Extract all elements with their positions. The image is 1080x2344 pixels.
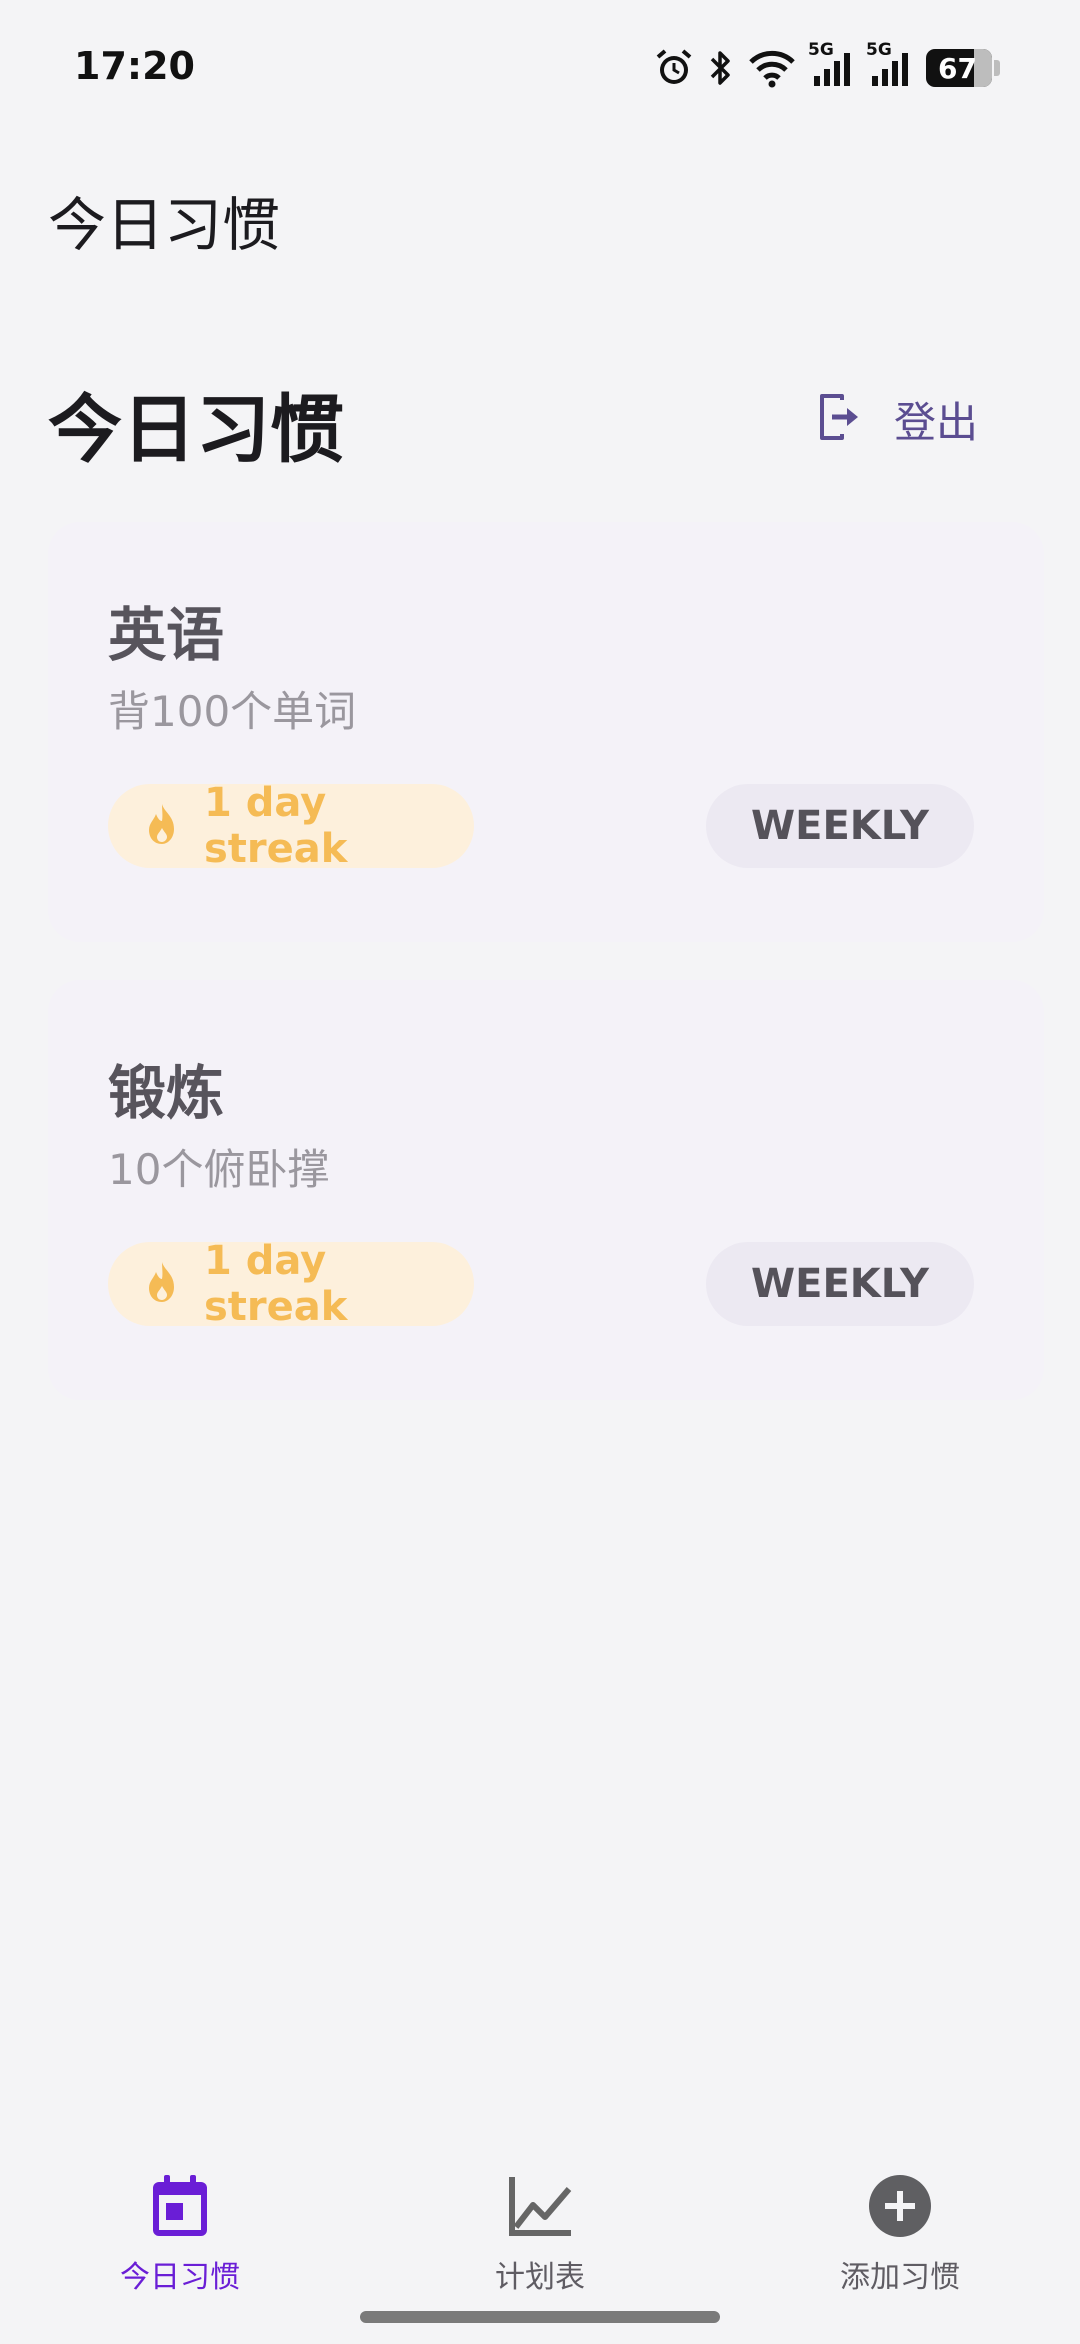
signal-5g-icon: 5G — [808, 40, 854, 88]
battery-tip — [994, 60, 1000, 76]
streak-badge: 1 day streak — [108, 780, 474, 872]
add-circle-icon — [864, 2170, 936, 2242]
nav-item-today-habits[interactable]: 今日习惯 — [0, 2150, 360, 2296]
streak-text: 1 day streak — [204, 1238, 348, 1330]
status-time: 17:20 — [74, 44, 195, 88]
habit-card[interactable]: 英语 背100个单词 1 day streak WEEKLY — [48, 522, 1044, 942]
streak-badge: 1 day streak — [108, 1238, 474, 1330]
logout-button[interactable]: 登出 — [818, 384, 978, 454]
calendar-icon — [144, 2170, 216, 2242]
habit-name: 锻炼 — [108, 1059, 225, 1127]
frequency-badge: WEEKLY — [706, 784, 974, 868]
habit-name: 英语 — [108, 601, 225, 669]
nav-item-schedule[interactable]: 计划表 — [360, 2150, 720, 2296]
habit-description: 背100个单词 — [108, 687, 357, 736]
status-bar: 17:20 5G 5G 67 — [0, 0, 1080, 140]
frequency-text: WEEKLY — [751, 803, 929, 849]
network-type-label: 5G — [808, 40, 834, 60]
nav-label: 计划表 — [495, 2260, 585, 2295]
app-bar-title: 今日习惯 — [48, 191, 281, 259]
signal-5g-icon: 5G — [866, 40, 912, 88]
today-habits-screen: 17:20 5G 5G 67 今日习惯 今日习惯 登出 英语 背100个单词 1… — [0, 0, 1080, 2344]
nav-item-add-habit[interactable]: 添加习惯 — [720, 2150, 1080, 2296]
logout-label: 登出 — [894, 397, 979, 447]
page-title: 今日习惯 — [48, 387, 344, 473]
battery-level: 67 — [938, 52, 977, 85]
streak-text: 1 day streak — [204, 780, 348, 872]
habit-description: 10个俯卧撑 — [108, 1145, 330, 1194]
nav-label: 今日习惯 — [120, 2260, 240, 2295]
habit-card[interactable]: 锻炼 10个俯卧撑 1 day streak WEEKLY — [48, 980, 1044, 1400]
logout-icon — [818, 392, 862, 446]
battery-icon: 67 — [926, 49, 992, 87]
network-type-label: 5G — [866, 40, 892, 60]
nav-label: 添加习惯 — [840, 2260, 960, 2295]
bluetooth-icon — [708, 48, 734, 88]
alarm-icon — [654, 48, 694, 88]
chart-line-icon — [504, 2170, 576, 2242]
fire-icon — [142, 1260, 182, 1308]
status-icons: 5G 5G 67 — [654, 40, 1000, 90]
frequency-badge: WEEKLY — [706, 1242, 974, 1326]
home-indicator[interactable] — [360, 2311, 720, 2323]
wifi-icon — [748, 48, 796, 88]
frequency-text: WEEKLY — [751, 1261, 929, 1307]
fire-icon — [142, 802, 182, 850]
